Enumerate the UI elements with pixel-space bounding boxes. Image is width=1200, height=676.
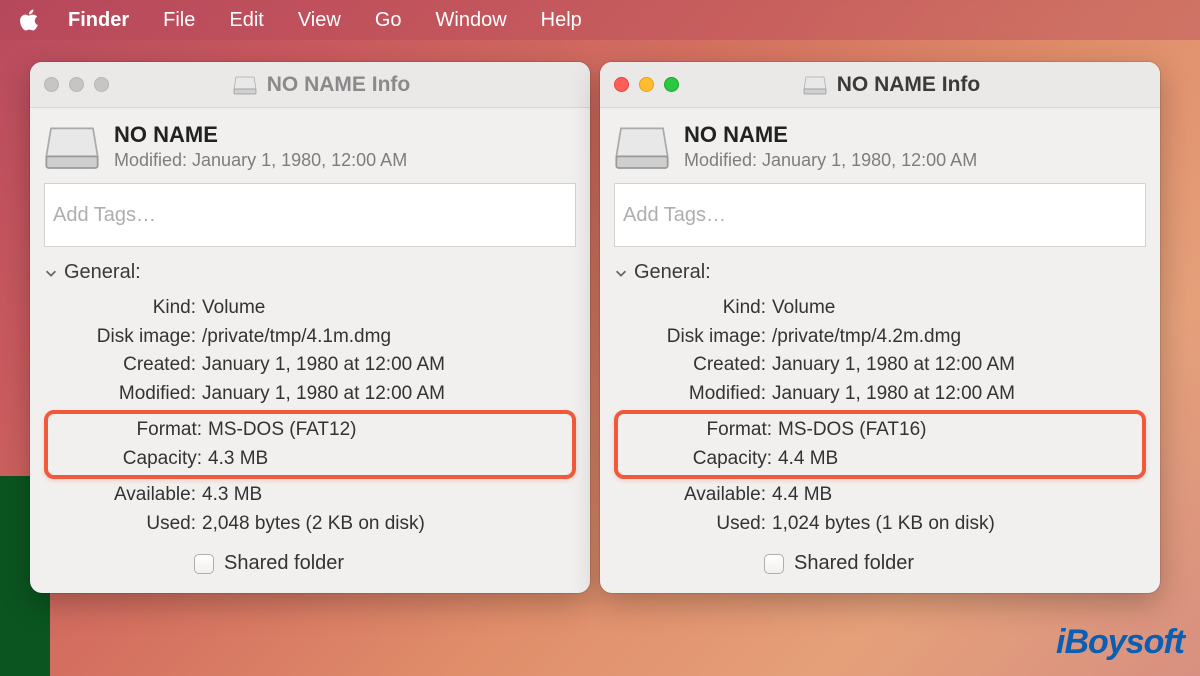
row-created: Created:January 1, 1980 at 12:00 AM	[44, 351, 576, 380]
menu-help[interactable]: Help	[541, 9, 582, 32]
titlebar[interactable]: NO NAME Info	[600, 62, 1160, 108]
desktop: NO NAME Info NO NAME Modified: January 1…	[0, 40, 1200, 676]
modified-label: Modified: January 1, 1980, 12:00 AM	[684, 150, 977, 171]
section-label: General:	[64, 261, 141, 284]
window-content: NO NAME Modified: January 1, 1980, 12:00…	[600, 108, 1160, 593]
apple-logo-icon	[18, 9, 40, 31]
volume-name: NO NAME	[114, 122, 407, 148]
close-button[interactable]	[44, 77, 59, 92]
row-disk-image: Disk image:/private/tmp/4.2m.dmg	[614, 323, 1146, 352]
row-available: Available:4.4 MB	[614, 481, 1146, 510]
row-format: Format:MS-DOS (FAT12)	[50, 416, 570, 445]
drive-icon	[614, 123, 670, 171]
chevron-down-icon	[44, 266, 58, 280]
modified-label: Modified: January 1, 1980, 12:00 AM	[114, 150, 407, 171]
row-modified: Modified:January 1, 1980 at 12:00 AM	[614, 380, 1146, 409]
row-disk-image: Disk image:/private/tmp/4.1m.dmg	[44, 323, 576, 352]
general-list: Kind:Volume Disk image:/private/tmp/4.1m…	[44, 294, 576, 538]
row-kind: Kind:Volume	[614, 294, 1146, 323]
titlebar[interactable]: NO NAME Info	[30, 62, 590, 108]
section-general[interactable]: General:	[614, 261, 1146, 284]
shared-folder-label: Shared folder	[794, 552, 914, 575]
drive-icon	[233, 75, 257, 95]
menu-view[interactable]: View	[298, 9, 341, 32]
row-format: Format:MS-DOS (FAT16)	[620, 416, 1140, 445]
section-general[interactable]: General:	[44, 261, 576, 284]
general-list: Kind:Volume Disk image:/private/tmp/4.2m…	[614, 294, 1146, 538]
row-capacity: Capacity:4.4 MB	[620, 445, 1140, 474]
drive-icon	[44, 123, 100, 171]
menu-file[interactable]: File	[163, 9, 195, 32]
row-created: Created:January 1, 1980 at 12:00 AM	[614, 351, 1146, 380]
menu-go[interactable]: Go	[375, 9, 402, 32]
row-available: Available:4.3 MB	[44, 481, 576, 510]
watermark: iBoysoft	[1056, 623, 1184, 662]
volume-name: NO NAME	[684, 122, 977, 148]
drive-icon	[803, 75, 827, 95]
row-used: Used:1,024 bytes (1 KB on disk)	[614, 510, 1146, 539]
window-title: NO NAME Info	[837, 73, 980, 97]
section-label: General:	[634, 261, 711, 284]
shared-folder-row: Shared folder	[194, 552, 576, 575]
window-title: NO NAME Info	[267, 73, 410, 97]
menu-app-name[interactable]: Finder	[68, 9, 129, 32]
row-modified: Modified:January 1, 1980 at 12:00 AM	[44, 380, 576, 409]
row-kind: Kind:Volume	[44, 294, 576, 323]
highlight-annotation: Format:MS-DOS (FAT12) Capacity:4.3 MB	[44, 410, 576, 479]
minimize-button[interactable]	[639, 77, 654, 92]
tags-input[interactable]	[614, 183, 1146, 247]
row-capacity: Capacity:4.3 MB	[50, 445, 570, 474]
close-button[interactable]	[614, 77, 629, 92]
minimize-button[interactable]	[69, 77, 84, 92]
shared-folder-checkbox[interactable]	[194, 554, 214, 574]
shared-folder-label: Shared folder	[224, 552, 344, 575]
menu-edit[interactable]: Edit	[229, 9, 263, 32]
info-window-left: NO NAME Info NO NAME Modified: January 1…	[30, 62, 590, 593]
row-used: Used:2,048 bytes (2 KB on disk)	[44, 510, 576, 539]
tags-input[interactable]	[44, 183, 576, 247]
chevron-down-icon	[614, 266, 628, 280]
shared-folder-row: Shared folder	[764, 552, 1146, 575]
shared-folder-checkbox[interactable]	[764, 554, 784, 574]
highlight-annotation: Format:MS-DOS (FAT16) Capacity:4.4 MB	[614, 410, 1146, 479]
window-content: NO NAME Modified: January 1, 1980, 12:00…	[30, 108, 590, 593]
menu-window[interactable]: Window	[436, 9, 507, 32]
menubar: Finder File Edit View Go Window Help	[0, 0, 1200, 40]
info-window-right: NO NAME Info NO NAME Modified: January 1…	[600, 62, 1160, 593]
